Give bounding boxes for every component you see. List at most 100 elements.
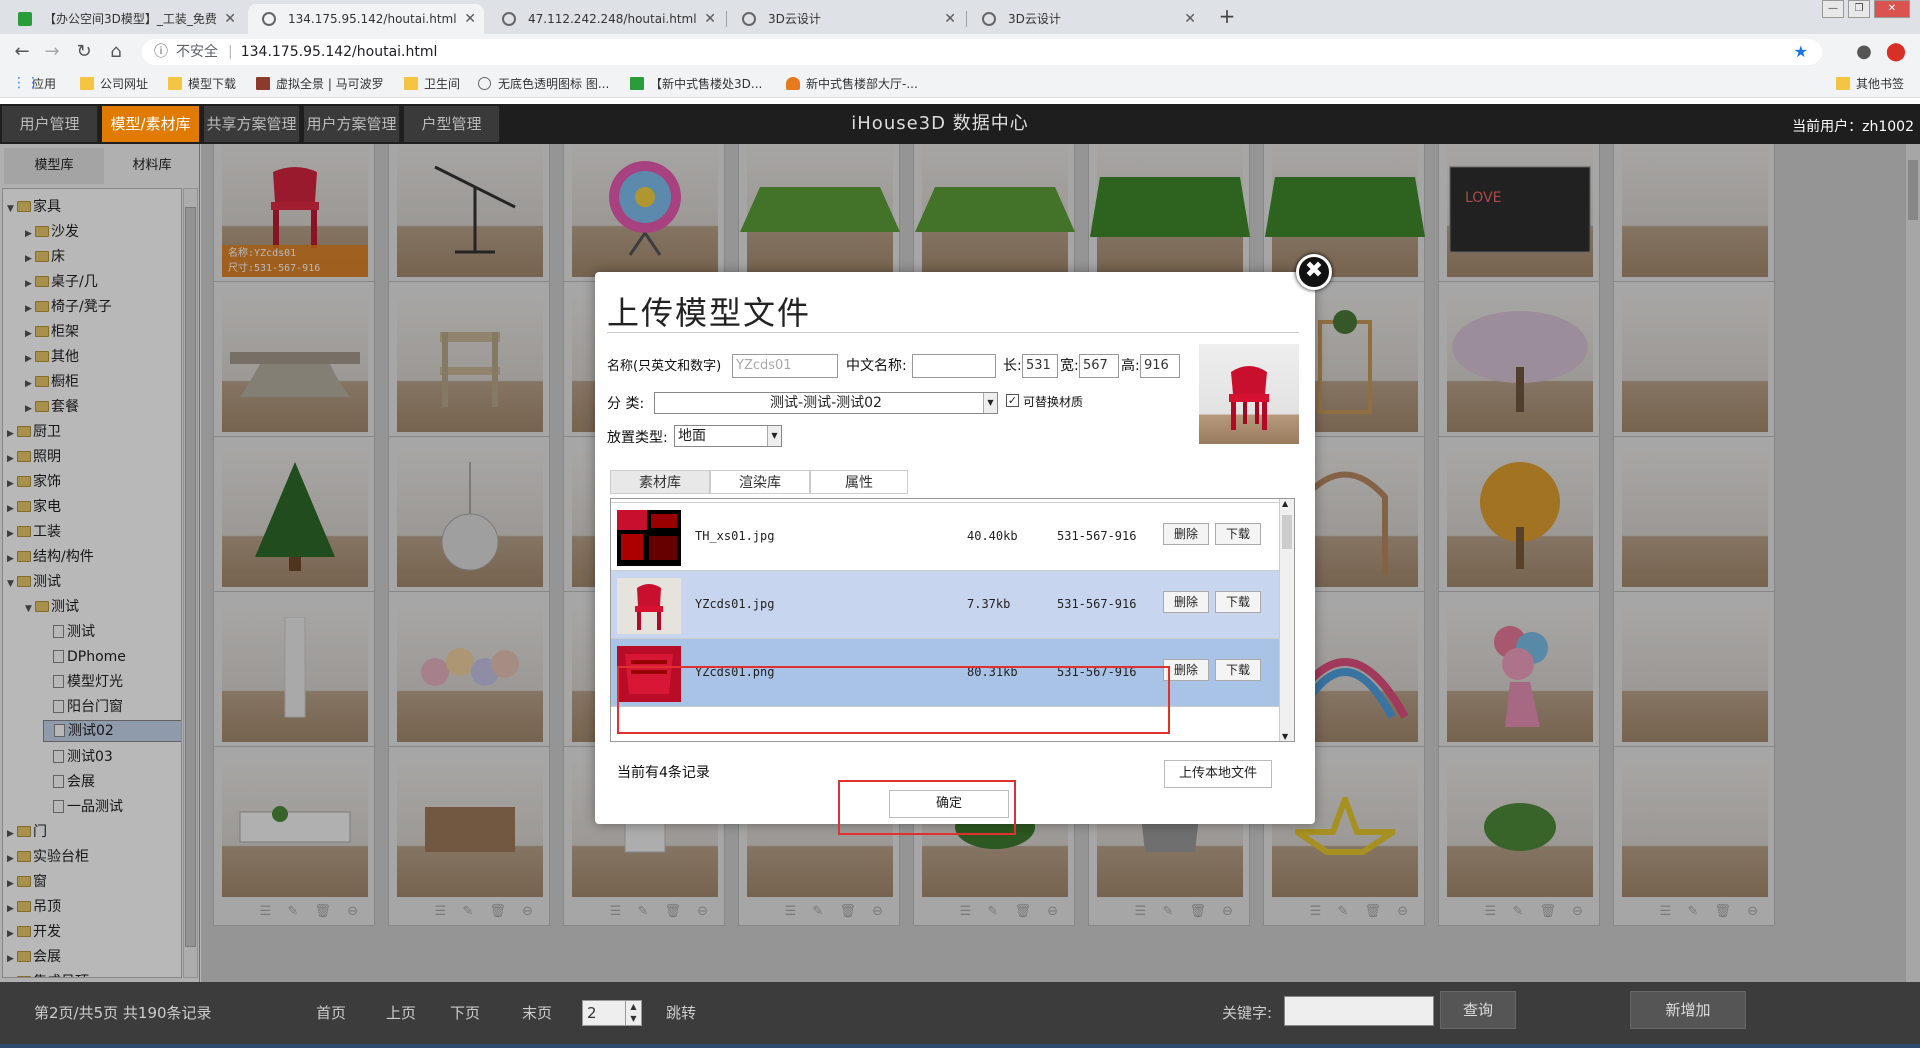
browser-tab-5[interactable]: 3D云设计 ✕ [968, 4, 1204, 34]
forward-icon[interactable]: → [40, 40, 64, 64]
folder-icon [1836, 77, 1850, 90]
close-tab-icon[interactable]: ✕ [704, 4, 716, 34]
prev-page-link[interactable]: 上页 [386, 1002, 416, 1024]
file-size: 7.37kb [967, 597, 1011, 611]
file-dims: 531-567-916 [1057, 597, 1137, 611]
add-new-button[interactable]: 新增加 [1630, 991, 1746, 1029]
category-select[interactable]: 测试-测试-测试02 ▼ [654, 392, 998, 414]
delete-button[interactable]: 删除 [1163, 591, 1209, 613]
bookmark-label: 【新中式售楼处3D... [650, 77, 763, 91]
new-tab-button[interactable]: + [1214, 4, 1240, 30]
download-button[interactable]: 下载 [1215, 523, 1261, 545]
info-icon[interactable]: ⓘ [154, 39, 168, 65]
bookmark-item[interactable]: 虚拟全景 | 马可波罗 [256, 75, 384, 93]
chinese-name-input[interactable] [912, 354, 996, 378]
first-page-link[interactable]: 首页 [316, 1002, 346, 1024]
globe-icon [478, 77, 491, 90]
menu-user-plans[interactable]: 用户方案管理 [304, 106, 400, 142]
close-window-button[interactable]: ✕ [1874, 0, 1910, 18]
browser-tab-3[interactable]: 47.112.242.248/houtai.html ✕ [488, 4, 724, 34]
jump-button[interactable]: 跳转 [666, 1002, 696, 1024]
width-label: 宽: [1060, 358, 1079, 374]
close-tab-icon[interactable]: ✕ [464, 4, 476, 34]
bookmark-apps[interactable]: ⋮⋮ 应用 [12, 75, 56, 93]
minimize-button[interactable]: — [1822, 0, 1844, 18]
height-input[interactable]: 916 [1140, 354, 1180, 378]
bookmarks-bar: ⋮⋮ 应用 公司网址 模型下载 虚拟全景 | 马可波罗 卫生间 无底色透明图标 图… [0, 70, 1920, 98]
bookmark-item[interactable]: 新中式售楼部大厅-... [786, 75, 918, 93]
search-button[interactable]: 查询 [1440, 991, 1516, 1029]
account-icon[interactable]: ● [1852, 40, 1876, 64]
site-icon [786, 77, 800, 90]
close-dialog-icon[interactable]: ✖ [1296, 254, 1332, 290]
close-tab-icon[interactable]: ✕ [1184, 4, 1196, 34]
menu-model-library[interactable]: 模型/素材库 [102, 106, 200, 142]
delete-button[interactable]: 删除 [1163, 523, 1209, 545]
model-preview-image [1199, 344, 1299, 444]
url-input[interactable]: ⓘ 不安全 | 134.175.95.142/houtai.html ★ [142, 39, 1822, 65]
title-divider [607, 332, 1299, 333]
tab-render-lib[interactable]: 渲染库 [710, 470, 810, 494]
menu-floorplan-management[interactable]: 户型管理 [404, 106, 500, 142]
pagination-footer: 第2页/共5页 共190条记录 首页 上页 下页 末页 2 ▲ ▼ 跳转 关键字: … [0, 982, 1920, 1044]
close-tab-icon[interactable]: ✕ [224, 4, 236, 34]
file-dims: 531-567-916 [1057, 529, 1137, 543]
file-thumbnail [617, 510, 681, 566]
browser-tab-1[interactable]: 【办公空间3D模型】_工装_免费 ✕ [4, 4, 244, 34]
tab-title: 3D云设计 [768, 12, 821, 26]
globe-icon [262, 12, 276, 26]
length-input[interactable]: 531 [1022, 354, 1058, 378]
name-label: 名称(只英文和数字) [607, 359, 722, 374]
scroll-down-icon[interactable]: ▼ [1282, 732, 1288, 741]
upload-local-file-button[interactable]: 上传本地文件 [1164, 760, 1272, 788]
reload-icon[interactable]: ↻ [72, 40, 96, 64]
other-bookmarks[interactable]: 其他书签 [1836, 75, 1904, 93]
bookmark-item[interactable]: 【新中式售楼处3D... [630, 75, 762, 93]
tab-divider [966, 11, 967, 27]
scroll-up-icon[interactable]: ▲ [1282, 499, 1288, 508]
highlight-box [617, 666, 1170, 734]
width-input[interactable]: 567 [1079, 354, 1119, 378]
model-name-input[interactable]: YZcds01 [732, 354, 838, 378]
bookmark-star-icon[interactable]: ★ [1794, 39, 1808, 65]
bookmark-item[interactable]: 无底色透明图标 图... [478, 75, 609, 93]
menu-shared-plans[interactable]: 共享方案管理 [204, 106, 300, 142]
restore-button[interactable]: ❐ [1848, 0, 1870, 18]
download-button[interactable]: 下载 [1215, 591, 1261, 613]
home-icon[interactable]: ⌂ [104, 40, 128, 64]
last-page-link[interactable]: 末页 [522, 1002, 552, 1024]
page-number-value: 2 [587, 1004, 597, 1022]
tab-material-lib[interactable]: 素材库 [610, 470, 710, 494]
confirm-button[interactable]: 确定 [889, 790, 1009, 818]
close-tab-icon[interactable]: ✕ [944, 4, 956, 34]
placement-select[interactable]: 地面 ▼ [674, 425, 782, 447]
browser-tab-2[interactable]: 134.175.95.142/houtai.html ✕ [248, 4, 484, 34]
next-page-link[interactable]: 下页 [450, 1002, 480, 1024]
tab-title: 3D云设计 [1008, 12, 1061, 26]
extension-icon[interactable]: ⬤ [1884, 40, 1908, 64]
spinner-icon[interactable]: ▲ ▼ [625, 1001, 641, 1025]
record-count: 当前有4条记录 [617, 765, 710, 781]
bookmark-label: 公司网址 [100, 77, 149, 91]
bookmark-item[interactable]: 模型下载 [168, 75, 236, 93]
site-icon [630, 77, 644, 90]
back-icon[interactable]: ← [10, 40, 34, 64]
menu-user-management[interactable]: 用户管理 [2, 106, 98, 142]
scroll-thumb[interactable] [1282, 515, 1292, 549]
bookmark-item[interactable]: 公司网址 [80, 75, 148, 93]
chevron-down-icon: ▼ [767, 426, 781, 446]
replace-material-checkbox[interactable]: ✓ [1006, 394, 1019, 407]
keyword-input[interactable] [1284, 996, 1434, 1026]
browser-tab-4[interactable]: 3D云设计 ✕ [728, 4, 964, 34]
bookmark-item[interactable]: 卫生间 [404, 75, 460, 93]
app-header: iHouse3D 数据中心 用户管理 模型/素材库 共享方案管理 用户方案管理 … [0, 104, 1920, 144]
file-row[interactable]: TH_xs01.jpg 40.40kb 531-567-916 删除 下载 [611, 503, 1279, 571]
bookmark-label: 虚拟全景 | 马可波罗 [276, 77, 384, 91]
file-list-scrollbar[interactable]: ▲ ▼ [1279, 499, 1294, 741]
download-button[interactable]: 下载 [1215, 659, 1261, 681]
page-number-input[interactable]: 2 ▲ ▼ [582, 1000, 642, 1026]
tab-title: 134.175.95.142/houtai.html [288, 12, 457, 26]
tab-properties[interactable]: 属性 [810, 470, 908, 494]
file-row[interactable]: YZcds01.jpg 7.37kb 531-567-916 删除 下载 [611, 571, 1279, 639]
dialog-title: 上传模型文件 [607, 294, 812, 332]
